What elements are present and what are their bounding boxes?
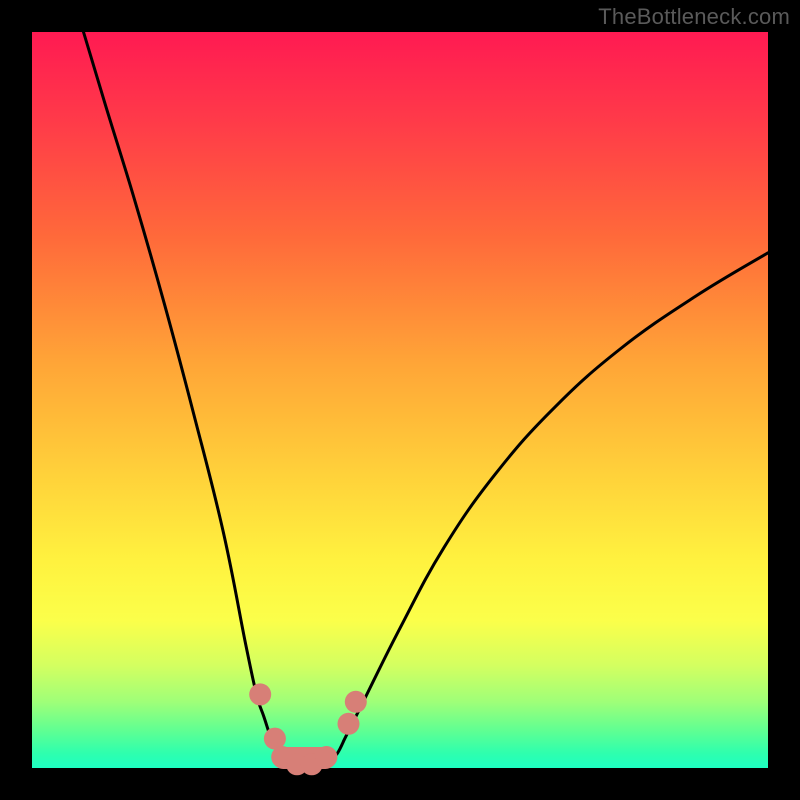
watermark-text: TheBottleneck.com — [598, 4, 790, 30]
plot-area — [32, 32, 768, 768]
trough-marker — [315, 746, 337, 768]
trough-marker — [338, 713, 360, 735]
trough-marker — [249, 683, 271, 705]
chart-frame: TheBottleneck.com — [0, 0, 800, 800]
bottleneck-curve — [84, 32, 769, 767]
curve-svg — [32, 32, 768, 768]
trough-marker — [345, 691, 367, 713]
